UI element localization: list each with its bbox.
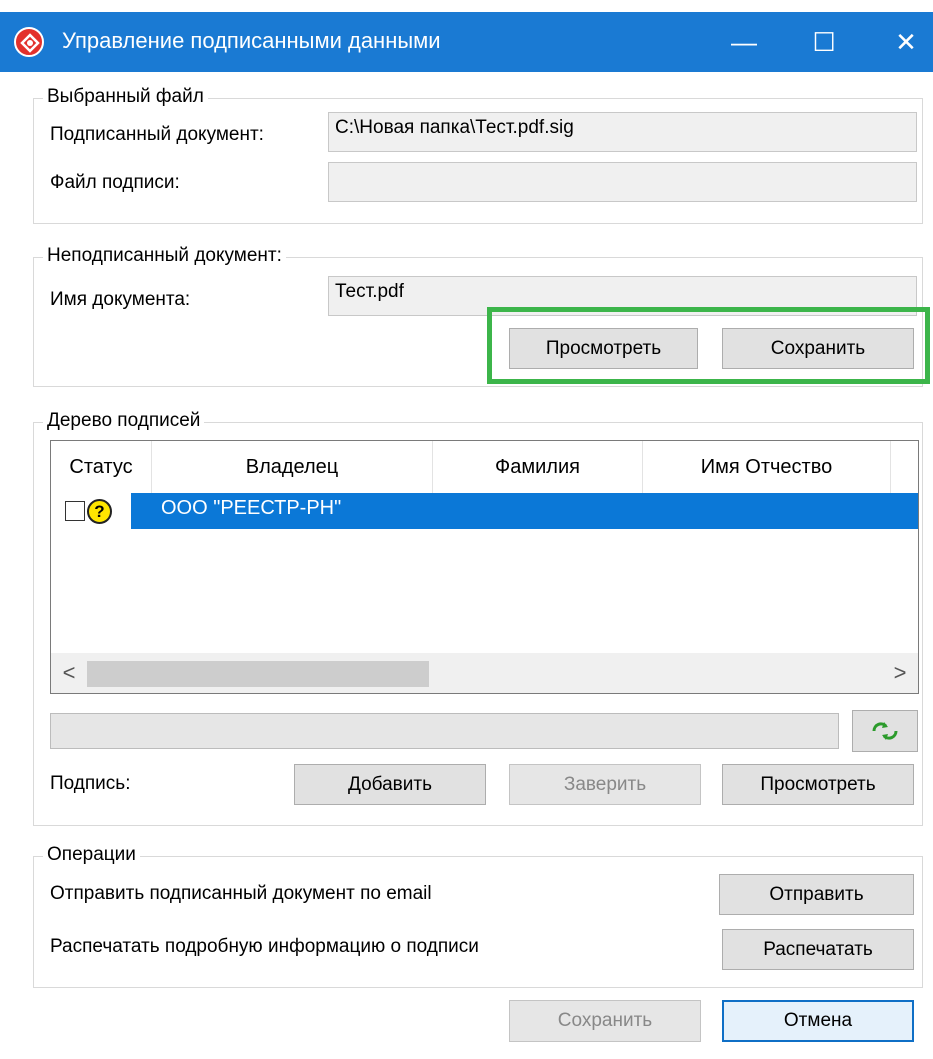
maximize-button[interactable]: ☐ bbox=[796, 12, 852, 72]
tree-row[interactable]: ? ООО "РЕЕСТР-РН" bbox=[51, 493, 918, 529]
column-status[interactable]: Статус bbox=[51, 441, 152, 493]
cancel-button[interactable]: Отмена bbox=[722, 1000, 914, 1042]
question-icon: ? bbox=[87, 499, 112, 524]
certify-button[interactable]: Заверить bbox=[509, 764, 701, 805]
email-description: Отправить подписанный документ по email bbox=[50, 883, 432, 904]
document-name-label: Имя документа: bbox=[50, 289, 191, 310]
print-description: Распечатать подробную информацию о подпи… bbox=[50, 936, 479, 957]
operations-group-label: Операции bbox=[43, 844, 140, 866]
view-signature-button[interactable]: Просмотреть bbox=[722, 764, 914, 805]
column-surname[interactable]: Фамилия bbox=[433, 441, 643, 493]
signature-label: Подпись: bbox=[50, 773, 131, 794]
progress-bar bbox=[50, 713, 839, 749]
row-checkbox[interactable] bbox=[65, 501, 85, 521]
window-title: Управление подписанными данными bbox=[62, 28, 441, 53]
save-button[interactable]: Сохранить bbox=[509, 1000, 701, 1042]
column-owner[interactable]: Владелец bbox=[152, 441, 433, 493]
unsigned-document-group-label: Неподписанный документ: bbox=[43, 245, 286, 267]
column-name-patronymic[interactable]: Имя Отчество bbox=[643, 441, 891, 493]
view-unsigned-document-button[interactable]: Просмотреть bbox=[509, 328, 698, 369]
horizontal-scrollbar[interactable]: < > bbox=[51, 653, 918, 693]
signed-document-field[interactable]: C:\Новая папка\Тест.pdf.sig bbox=[328, 112, 917, 152]
app-icon bbox=[14, 27, 44, 57]
send-button[interactable]: Отправить bbox=[719, 874, 914, 915]
signature-file-field[interactable] bbox=[328, 162, 917, 202]
signature-tree-group-label: Дерево подписей bbox=[43, 410, 205, 432]
minimize-button[interactable]: — bbox=[716, 12, 772, 72]
selected-file-group-label: Выбранный файл bbox=[43, 86, 208, 108]
signed-document-label: Подписанный документ: bbox=[50, 124, 264, 145]
row-owner[interactable]: ООО "РЕЕСТР-РН" bbox=[131, 493, 918, 529]
title-bar: Управление подписанными данными — ☐ ✕ bbox=[0, 0, 933, 86]
close-button[interactable]: ✕ bbox=[878, 12, 933, 72]
add-signature-button[interactable]: Добавить bbox=[294, 764, 486, 805]
print-button[interactable]: Распечатать bbox=[722, 929, 914, 970]
save-unsigned-document-button[interactable]: Сохранить bbox=[722, 328, 914, 369]
tree-header: Статус Владелец Фамилия Имя Отчество bbox=[51, 441, 918, 493]
scroll-left-icon[interactable]: < bbox=[51, 653, 87, 693]
scrollbar-thumb[interactable] bbox=[87, 661, 429, 687]
signature-tree[interactable]: Статус Владелец Фамилия Имя Отчество ? О… bbox=[50, 440, 919, 694]
refresh-icon bbox=[872, 722, 898, 740]
background-strip bbox=[0, 0, 933, 12]
scroll-right-icon[interactable]: > bbox=[882, 653, 918, 693]
refresh-button[interactable] bbox=[852, 710, 918, 752]
signature-file-label: Файл подписи: bbox=[50, 172, 180, 193]
